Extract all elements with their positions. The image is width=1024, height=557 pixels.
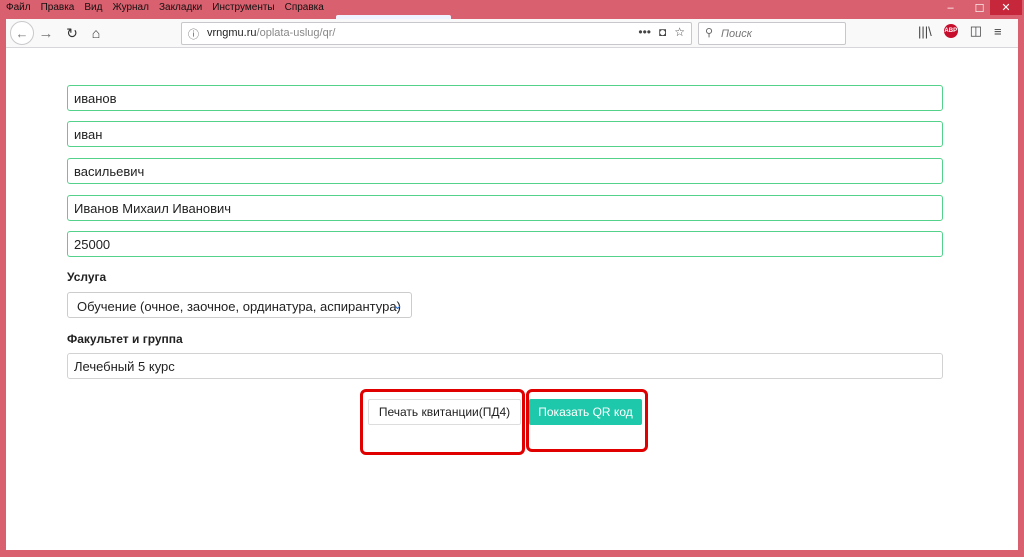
url-host: vrngmu.ru xyxy=(207,27,257,39)
search-input[interactable] xyxy=(719,25,843,43)
home-icon[interactable]: ⌂ xyxy=(86,24,106,42)
service-selected-value: Обучение (очное, заочное, ординатура, ас… xyxy=(77,299,401,314)
menu-items: Файл Правка Вид Журнал Закладки Инструме… xyxy=(6,2,324,13)
payer-input[interactable] xyxy=(67,195,943,221)
reload-icon[interactable]: ↻ xyxy=(62,24,82,42)
patronymic-input[interactable] xyxy=(67,158,943,184)
name-input[interactable] xyxy=(67,121,943,147)
library-icon[interactable]: |||\ xyxy=(918,24,932,39)
menu-help[interactable]: Справка xyxy=(285,2,324,13)
menu-tools[interactable]: Инструменты xyxy=(212,2,274,13)
chevron-down-icon: ⌄ xyxy=(392,297,403,312)
bookmark-star-icon[interactable]: ☆ xyxy=(674,25,685,39)
info-icon[interactable]: ⓘ xyxy=(188,26,199,42)
url-path: /oplata-uslug/qr/ xyxy=(256,27,336,39)
hamburger-menu-icon[interactable]: ≡ xyxy=(994,24,1002,39)
minimize-button[interactable]: – xyxy=(936,0,965,16)
search-box[interactable]: ⚲ xyxy=(698,22,846,45)
menu-bookmarks[interactable]: Закладки xyxy=(159,2,202,13)
show-qr-button[interactable]: Показать QR код xyxy=(529,399,642,425)
browser-toolbar: ← → ↻ ⌂ ⓘ vrngmu.ru/oplata-uslug/qr/ •••… xyxy=(6,19,1018,48)
pocket-icon[interactable]: ◘ xyxy=(659,25,666,39)
back-arrow-icon[interactable]: ← xyxy=(10,21,34,45)
url-actions: ••• ◘ ☆ xyxy=(638,25,685,39)
url-text[interactable]: vrngmu.ru/oplata-uslug/qr/ xyxy=(207,27,335,39)
menu-bar: Файл Правка Вид Журнал Закладки Инструме… xyxy=(0,0,1024,19)
surname-input[interactable] xyxy=(67,85,943,111)
menu-history[interactable]: Журнал xyxy=(112,2,149,13)
faculty-label: Факультет и группа xyxy=(67,332,183,346)
forward-arrow-icon[interactable]: → xyxy=(36,24,56,42)
toolbar-right-icons: |||\ ABP ◫ ≡ xyxy=(918,23,1002,39)
menu-edit[interactable]: Правка xyxy=(41,2,75,13)
menu-file[interactable]: Файл xyxy=(6,2,31,13)
page-content: Услуга Обучение (очное, заочное, ординат… xyxy=(6,48,1018,550)
menu-view[interactable]: Вид xyxy=(84,2,102,13)
close-button[interactable]: ✕ xyxy=(990,0,1022,15)
print-receipt-button[interactable]: Печать квитанции(ПД4) xyxy=(368,399,521,425)
address-bar[interactable]: ⓘ vrngmu.ru/oplata-uslug/qr/ ••• ◘ ☆ xyxy=(181,22,692,45)
adblock-icon[interactable]: ABP xyxy=(943,24,958,38)
service-label: Услуга xyxy=(67,270,107,284)
service-select[interactable]: Обучение (очное, заочное, ординатура, ас… xyxy=(67,292,412,318)
amount-input[interactable] xyxy=(67,231,943,257)
faculty-input[interactable] xyxy=(67,353,943,379)
sidebar-icon[interactable]: ◫ xyxy=(970,23,982,39)
more-icon[interactable]: ••• xyxy=(638,25,651,39)
search-icon: ⚲ xyxy=(705,27,714,39)
